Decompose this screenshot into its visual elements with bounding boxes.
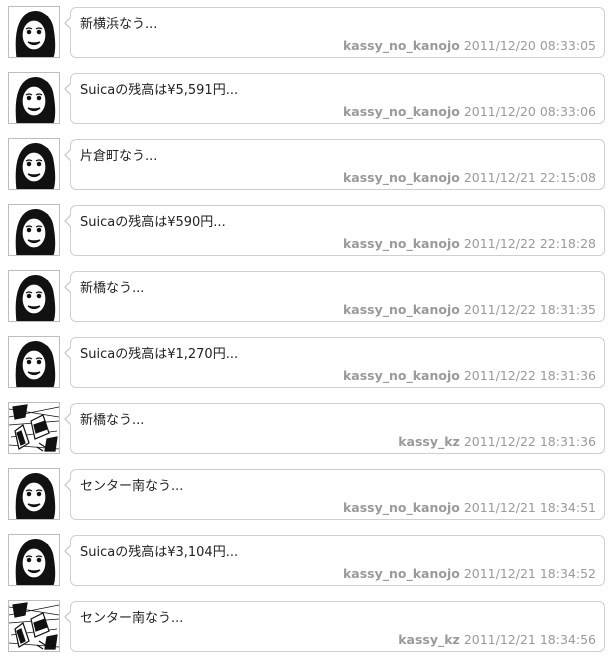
message-meta: kassy_no_kanojo 2011/12/20 08:33:06 xyxy=(343,104,596,119)
message-text: Suicaの残高は¥5,591円... xyxy=(80,83,239,98)
manga-panel-icon[interactable] xyxy=(8,402,60,454)
message-text: 片倉町なう... xyxy=(80,149,158,164)
username-link[interactable]: kassy_no_kanojo xyxy=(343,302,460,317)
message-text: Suicaの残高は¥1,270円... xyxy=(80,347,239,362)
username-link[interactable]: kassy_no_kanojo xyxy=(343,500,460,515)
timestamp: 2011/12/21 18:34:56 xyxy=(463,632,596,647)
message-text: 新横浜なう... xyxy=(80,17,158,32)
username-link[interactable]: kassy_kz xyxy=(398,434,460,449)
message-meta: kassy_no_kanojo 2011/12/20 08:33:05 xyxy=(343,38,596,53)
message-bubble[interactable]: 新橋なう... kassy_no_kanojo 2011/12/22 18:31… xyxy=(64,271,605,322)
girl-face-icon[interactable] xyxy=(8,204,60,256)
girl-face-icon[interactable] xyxy=(8,336,60,388)
message-meta: kassy_no_kanojo 2011/12/22 22:18:28 xyxy=(343,236,596,251)
timestamp: 2011/12/21 18:34:52 xyxy=(463,566,596,581)
timestamp: 2011/12/22 18:31:36 xyxy=(463,368,596,383)
timeline-item: センター南なう... kassy_kz 2011/12/21 18:34:56 xyxy=(0,594,613,660)
username-link[interactable]: kassy_no_kanojo xyxy=(343,38,460,53)
timeline-item: センター南なう... kassy_no_kanojo 2011/12/21 18… xyxy=(0,462,613,528)
username-link[interactable]: kassy_no_kanojo xyxy=(343,368,460,383)
timestamp: 2011/12/20 08:33:06 xyxy=(463,104,596,119)
username-link[interactable]: kassy_no_kanojo xyxy=(343,566,460,581)
timeline-item: Suicaの残高は¥1,270円... kassy_no_kanojo 2011… xyxy=(0,330,613,396)
message-text: 新橋なう... xyxy=(80,281,145,296)
message-text: Suicaの残高は¥3,104円... xyxy=(80,545,239,560)
message-meta: kassy_no_kanojo 2011/12/21 18:34:51 xyxy=(343,500,596,515)
message-meta: kassy_kz 2011/12/21 18:34:56 xyxy=(398,632,596,647)
message-text: 新橋なう... xyxy=(80,413,145,428)
message-bubble[interactable]: センター南なう... kassy_kz 2011/12/21 18:34:56 xyxy=(64,601,605,652)
timestamp: 2011/12/22 22:18:28 xyxy=(463,236,596,251)
message-bubble[interactable]: 新横浜なう... kassy_no_kanojo 2011/12/20 08:3… xyxy=(64,7,605,58)
timeline-item: 新横浜なう... kassy_no_kanojo 2011/12/20 08:3… xyxy=(0,0,613,66)
timeline-item: 新橋なう... kassy_kz 2011/12/22 18:31:36 xyxy=(0,396,613,462)
timestamp: 2011/12/21 18:34:51 xyxy=(463,500,596,515)
username-link[interactable]: kassy_no_kanojo xyxy=(343,236,460,251)
message-bubble[interactable]: 片倉町なう... kassy_no_kanojo 2011/12/21 22:1… xyxy=(64,139,605,190)
message-bubble[interactable]: Suicaの残高は¥3,104円... kassy_no_kanojo 2011… xyxy=(64,535,605,586)
timestamp: 2011/12/20 08:33:05 xyxy=(463,38,596,53)
message-bubble[interactable]: Suicaの残高は¥5,591円... kassy_no_kanojo 2011… xyxy=(64,73,605,124)
timeline-item: Suicaの残高は¥5,591円... kassy_no_kanojo 2011… xyxy=(0,66,613,132)
timeline-item: Suicaの残高は¥590円... kassy_no_kanojo 2011/1… xyxy=(0,198,613,264)
timeline-item: Suicaの残高は¥3,104円... kassy_no_kanojo 2011… xyxy=(0,528,613,594)
manga-panel-icon[interactable] xyxy=(8,600,60,652)
timestamp: 2011/12/22 18:31:35 xyxy=(463,302,596,317)
message-meta: kassy_no_kanojo 2011/12/21 22:15:08 xyxy=(343,170,596,185)
message-text: センター南なう... xyxy=(80,479,184,494)
message-bubble[interactable]: Suicaの残高は¥590円... kassy_no_kanojo 2011/1… xyxy=(64,205,605,256)
timestamp: 2011/12/22 18:31:36 xyxy=(463,434,596,449)
message-bubble[interactable]: センター南なう... kassy_no_kanojo 2011/12/21 18… xyxy=(64,469,605,520)
girl-face-icon[interactable] xyxy=(8,138,60,190)
username-link[interactable]: kassy_no_kanojo xyxy=(343,104,460,119)
girl-face-icon[interactable] xyxy=(8,72,60,124)
girl-face-icon[interactable] xyxy=(8,6,60,58)
message-bubble[interactable]: 新橋なう... kassy_kz 2011/12/22 18:31:36 xyxy=(64,403,605,454)
timeline-item: 片倉町なう... kassy_no_kanojo 2011/12/21 22:1… xyxy=(0,132,613,198)
message-text: センター南なう... xyxy=(80,611,184,626)
message-meta: kassy_kz 2011/12/22 18:31:36 xyxy=(398,434,596,449)
timeline: 新横浜なう... kassy_no_kanojo 2011/12/20 08:3… xyxy=(0,0,613,660)
girl-face-icon[interactable] xyxy=(8,534,60,586)
timeline-item: 新橋なう... kassy_no_kanojo 2011/12/22 18:31… xyxy=(0,264,613,330)
username-link[interactable]: kassy_no_kanojo xyxy=(343,170,460,185)
username-link[interactable]: kassy_kz xyxy=(398,632,460,647)
message-text: Suicaの残高は¥590円... xyxy=(80,215,226,230)
girl-face-icon[interactable] xyxy=(8,270,60,322)
girl-face-icon[interactable] xyxy=(8,468,60,520)
message-meta: kassy_no_kanojo 2011/12/22 18:31:35 xyxy=(343,302,596,317)
message-meta: kassy_no_kanojo 2011/12/22 18:31:36 xyxy=(343,368,596,383)
timestamp: 2011/12/21 22:15:08 xyxy=(463,170,596,185)
message-meta: kassy_no_kanojo 2011/12/21 18:34:52 xyxy=(343,566,596,581)
message-bubble[interactable]: Suicaの残高は¥1,270円... kassy_no_kanojo 2011… xyxy=(64,337,605,388)
